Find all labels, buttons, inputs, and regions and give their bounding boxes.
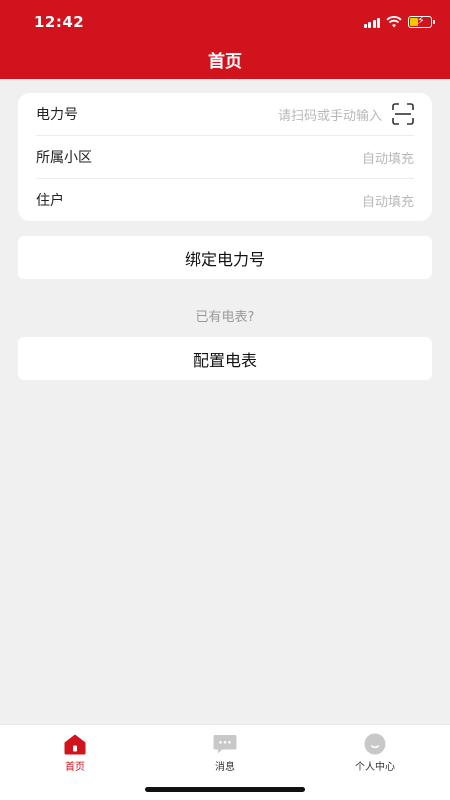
community-label: 所属小区 bbox=[36, 150, 92, 166]
configure-meter-button[interactable]: 配置电表 bbox=[18, 337, 432, 380]
bind-power-number-button[interactable]: 绑定电力号 bbox=[18, 236, 432, 279]
status-time: 12:42 bbox=[34, 13, 85, 31]
meter-info-card: 电力号 请扫码或手动输入 所属小区 自动填充 住户 自动填充 bbox=[18, 93, 432, 221]
scan-icon[interactable] bbox=[392, 103, 414, 125]
tab-messages-label: 消息 bbox=[215, 762, 235, 773]
form-row-community: 所属小区 自动填充 bbox=[18, 136, 432, 178]
wifi-icon bbox=[386, 16, 402, 28]
status-bar: 12:42 ⚡ bbox=[0, 0, 450, 44]
community-value: 自动填充 bbox=[361, 151, 414, 167]
form-row-power-number[interactable]: 电力号 请扫码或手动输入 bbox=[18, 93, 432, 135]
resident-label: 住户 bbox=[36, 193, 64, 209]
cellular-signal-icon bbox=[363, 17, 380, 28]
power-number-label: 电力号 bbox=[36, 107, 78, 123]
home-indicator bbox=[145, 787, 305, 792]
profile-icon bbox=[364, 733, 386, 755]
home-icon bbox=[64, 734, 86, 755]
top-header: 12:42 ⚡ 首页 bbox=[0, 0, 450, 79]
tab-profile-label: 个人中心 bbox=[355, 762, 395, 773]
tab-home[interactable]: 首页 bbox=[15, 733, 135, 773]
status-icons: ⚡ bbox=[363, 14, 435, 30]
message-icon bbox=[213, 735, 237, 754]
tab-home-label: 首页 bbox=[65, 762, 85, 773]
power-number-input[interactable]: 请扫码或手动输入 bbox=[278, 105, 382, 124]
form-row-resident: 住户 自动填充 bbox=[18, 179, 432, 221]
tab-messages[interactable]: 消息 bbox=[165, 733, 285, 773]
existing-meter-hint: 已有电表? bbox=[195, 310, 255, 325]
battery-icon: ⚡ bbox=[408, 14, 435, 28]
tab-profile[interactable]: 个人中心 bbox=[315, 733, 435, 773]
page-title: 首页 bbox=[208, 52, 242, 72]
resident-value: 自动填充 bbox=[361, 194, 414, 210]
